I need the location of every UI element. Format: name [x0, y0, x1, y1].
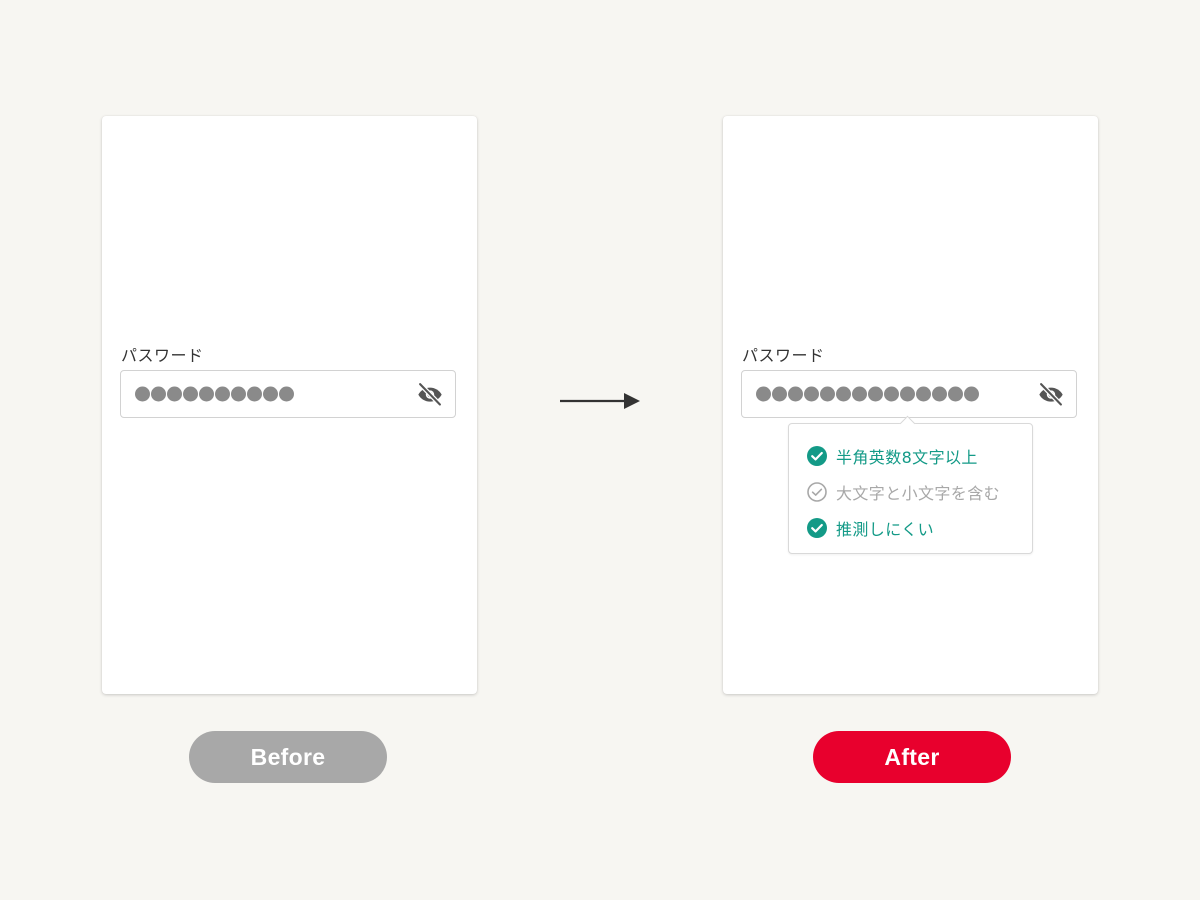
password-dot: [900, 386, 915, 402]
requirement-text: 半角英数8文字以上: [836, 448, 978, 467]
password-dot: [151, 386, 166, 402]
eye-off-icon: [418, 382, 442, 407]
after-tag: After: [813, 731, 1011, 783]
tooltip-caret: [899, 415, 916, 432]
password-dot: [199, 386, 214, 402]
before-tag: Before: [189, 731, 387, 783]
show-password-toggle[interactable]: [1036, 379, 1066, 409]
check-circle-outline-icon: [807, 482, 827, 502]
password-dot: [756, 386, 771, 402]
arrow-right-icon: [560, 393, 640, 409]
requirement-item: 推測しにくい: [807, 510, 1032, 546]
requirement-item: 大文字と小文字を含む: [807, 474, 1032, 510]
password-dot: [183, 386, 198, 402]
password-dot: [884, 386, 899, 402]
requirement-item: 半角英数8文字以上: [807, 438, 1032, 474]
show-password-toggle[interactable]: [415, 379, 445, 409]
check-circle-filled-icon: [807, 518, 827, 538]
password-requirements-tooltip: 半角英数8文字以上 大文字と小文字を含む 推測しにくい: [788, 415, 1033, 554]
check-circle-filled-icon: [807, 446, 827, 466]
password-input[interactable]: [120, 370, 456, 418]
eye-off-icon: [1039, 382, 1063, 407]
password-label: パスワード: [121, 346, 204, 365]
password-dot: [788, 386, 803, 402]
password-dot: [836, 386, 851, 402]
requirement-text: 推測しにくい: [836, 520, 935, 539]
password-dot: [964, 386, 979, 402]
password-input[interactable]: [741, 370, 1077, 418]
password-label: パスワード: [742, 346, 825, 365]
password-dot: [247, 386, 262, 402]
password-dot: [167, 386, 182, 402]
after-card: パスワード 半角英数8文字以上 大文字と小文字を含む 推測しにくい: [723, 116, 1098, 694]
password-mask: [756, 386, 979, 402]
password-dot: [916, 386, 931, 402]
before-card: パスワード: [102, 116, 477, 694]
password-dot: [135, 386, 150, 402]
password-mask: [135, 386, 294, 402]
requirement-text: 大文字と小文字を含む: [836, 484, 1001, 503]
password-dot: [868, 386, 883, 402]
password-dot: [231, 386, 246, 402]
password-dot: [820, 386, 835, 402]
password-dot: [932, 386, 947, 402]
password-dot: [852, 386, 867, 402]
password-dot: [263, 386, 278, 402]
password-dot: [279, 386, 294, 402]
password-dot: [804, 386, 819, 402]
password-dot: [948, 386, 963, 402]
password-dot: [215, 386, 230, 402]
password-dot: [772, 386, 787, 402]
